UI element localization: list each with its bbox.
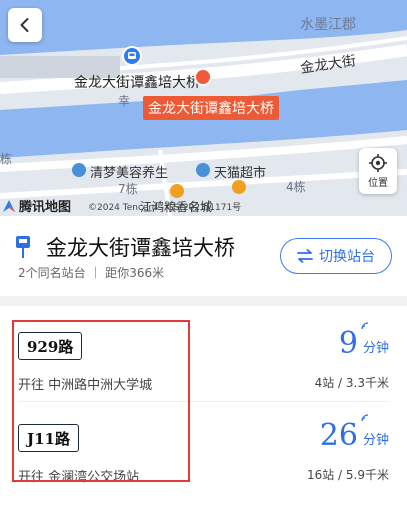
realtime-signal-icon [361,322,369,330]
selected-stop-tag[interactable]: 金龙大街谭鑫培大桥 [143,96,279,120]
map-label-building-4: 4栋 [286,180,306,194]
selected-stop-pin-icon[interactable] [194,68,212,86]
section-gap [0,296,407,306]
stop-meta: 2个同名站台 ｜ 距你366米 [18,266,165,280]
bus-stop-pin-icon[interactable] [122,46,142,66]
back-button[interactable] [8,8,42,42]
back-arrow-icon [20,18,29,32]
switch-platform-button[interactable]: 切换站台 [280,238,392,274]
map-view[interactable]: 水墨江郡 金龙大街 金龙大街谭鑫培大桥 幸 栋 清梦美容养生 7栋 天猫超市 4… [0,0,407,216]
locate-icon [369,154,387,172]
shop-poi-icon[interactable] [232,180,246,194]
highlight-box [12,320,190,482]
eta-unit: 分钟 [362,341,389,356]
supermarket-poi-icon[interactable] [196,163,210,177]
eta-unit: 分钟 [362,433,389,448]
map-label-salon: 清梦美容养生 [90,166,169,181]
line-stats: 16站 / 5.9千米 [306,468,389,482]
map-label-stop: 金龙大街谭鑫培大桥 [74,75,200,91]
map-logo-text: 腾讯地图 [19,200,72,215]
locate-label: 位置 [368,178,388,189]
eta-minutes: 26 [319,418,358,453]
map-copyright: ©2024 Tencent - GS(2023)1171号 [88,203,242,213]
map-label-building-7: 7栋 [118,182,138,196]
swap-icon [297,249,313,263]
line-eta: 26 分钟 [319,414,389,453]
switch-platform-label: 切换站台 [319,249,375,265]
salon-poi-icon[interactable] [72,163,86,177]
realtime-signal-icon [361,414,369,422]
map-logo: 腾讯地图 [2,196,71,215]
eta-minutes: 9 [338,326,358,361]
map-label-district: 水墨江郡 [300,17,356,33]
map-label-building-left: 栋 [0,152,13,166]
stop-name: 金龙大街谭鑫培大桥 [46,236,235,260]
map-label-supermarket: 天猫超市 [214,166,267,181]
bus-stop-icon [16,236,30,258]
map-label-partial: 幸 [118,94,131,108]
food-poi-icon[interactable] [170,184,184,198]
line-stats: 4站 / 3.3千米 [314,376,389,390]
tencent-map-logo-icon [3,199,15,212]
locate-button[interactable]: 位置 [359,148,397,194]
line-eta: 9 分钟 [338,322,389,361]
stop-header: 金龙大街谭鑫培大桥 2个同名站台 ｜ 距你366米 切换站台 [0,216,407,296]
